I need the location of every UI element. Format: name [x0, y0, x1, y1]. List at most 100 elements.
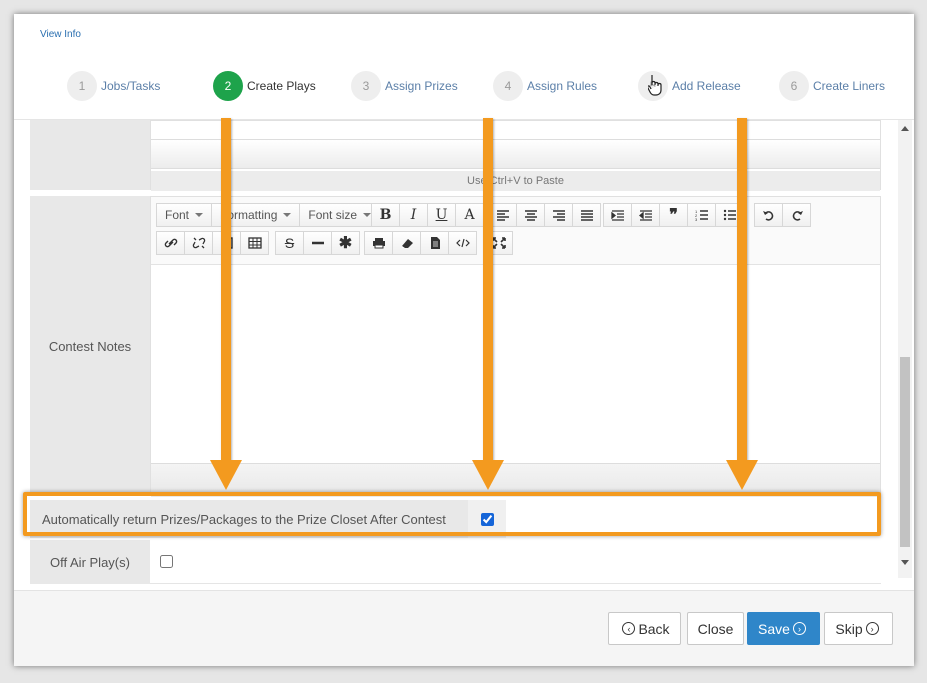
- misc-group: S ✱: [275, 231, 360, 255]
- step-label: Add Release: [672, 79, 741, 93]
- horizontal-rule-button[interactable]: [303, 231, 332, 255]
- annotation-arrow-head: [472, 460, 504, 490]
- close-button-label: Close: [697, 620, 734, 637]
- skip-button[interactable]: Skip ›: [824, 612, 893, 645]
- scroll-down-icon[interactable]: [901, 560, 909, 565]
- text-style-group: B I U A: [371, 203, 484, 227]
- step-label: Create Plays: [247, 79, 316, 93]
- print-icon: [372, 238, 385, 249]
- font-size-dropdown[interactable]: Font size: [299, 203, 381, 227]
- row-label: [30, 120, 150, 190]
- text-color-button[interactable]: A: [455, 203, 484, 227]
- unlink-button[interactable]: [184, 231, 213, 255]
- chevron-down-icon: [363, 213, 372, 217]
- link-icon: [164, 238, 177, 248]
- outdent-button[interactable]: [631, 203, 660, 227]
- justify-button[interactable]: [572, 203, 601, 227]
- save-button-label: Save: [758, 620, 790, 637]
- insert-group: [156, 231, 269, 255]
- annotation-arrow-head: [726, 460, 758, 490]
- contest-notes-row: Contest Notes Font Formatting Font size …: [30, 196, 881, 497]
- step-number: 3: [351, 71, 381, 101]
- align-group: [488, 203, 601, 227]
- chevron-down-icon: [195, 213, 204, 217]
- clear-format-button[interactable]: [392, 231, 421, 255]
- off-air-label: Off Air Play(s): [30, 540, 150, 584]
- justify-icon: [580, 210, 593, 221]
- ordered-list-icon: 123: [695, 209, 708, 221]
- align-center-icon: [524, 210, 537, 221]
- step-label: Create Liners: [813, 79, 886, 93]
- svg-text:3: 3: [695, 217, 698, 221]
- step-label: Assign Prizes: [385, 79, 458, 93]
- link-button[interactable]: [156, 231, 185, 255]
- arrow-right-circle-icon: ›: [865, 622, 879, 635]
- view-info-link[interactable]: View Info: [40, 29, 81, 40]
- back-button-label: Back: [638, 620, 670, 637]
- redo-button[interactable]: [782, 203, 811, 227]
- indent-icon: [610, 210, 624, 221]
- align-right-icon: [552, 210, 565, 221]
- editor-toolbar: Font Formatting Font size B I U A ❞ 1 2 …: [151, 197, 880, 265]
- align-center-button[interactable]: [516, 203, 545, 227]
- block-group: ❞ 123: [603, 203, 744, 227]
- close-button[interactable]: Close: [687, 612, 744, 645]
- source-code-button[interactable]: [448, 231, 477, 255]
- highlight-box: [23, 492, 881, 536]
- scrollbar-thumb[interactable]: [900, 357, 910, 547]
- font-dropdown[interactable]: Font: [156, 203, 213, 227]
- outdent-icon: [638, 210, 652, 221]
- annotation-arrow-head: [210, 460, 242, 490]
- contest-notes-label: Contest Notes: [30, 196, 150, 496]
- step-assign-rules[interactable]: 4 Assign Rules: [493, 71, 597, 101]
- underline-button[interactable]: U: [427, 203, 456, 227]
- off-air-row: Off Air Play(s): [30, 540, 881, 584]
- hand-cursor-icon: [647, 74, 662, 101]
- modal-body: Use Ctrl+V to Paste Contest Notes Font F…: [14, 120, 914, 590]
- chevron-down-icon: [283, 213, 292, 217]
- previous-editor[interactable]: Use Ctrl+V to Paste: [150, 120, 881, 191]
- contest-notes-textarea[interactable]: [151, 265, 880, 463]
- save-button[interactable]: Save ›: [747, 612, 820, 645]
- indent-button[interactable]: [603, 203, 632, 227]
- step-create-liners[interactable]: 6 Create Liners: [779, 71, 885, 101]
- paste-hint: Use Ctrl+V to Paste: [151, 171, 880, 191]
- dropdown-group: Font Formatting Font size: [156, 203, 381, 227]
- bold-button[interactable]: B: [371, 203, 400, 227]
- eraser-icon: [401, 239, 413, 248]
- step-create-plays[interactable]: 2 Create Plays: [213, 71, 316, 101]
- blockquote-button[interactable]: ❞: [659, 203, 688, 227]
- align-right-button[interactable]: [544, 203, 573, 227]
- font-dropdown-label: Font: [165, 208, 190, 222]
- ordered-list-button[interactable]: 123: [687, 203, 716, 227]
- undo-button[interactable]: [754, 203, 783, 227]
- italic-button[interactable]: I: [399, 203, 428, 227]
- annotation-arrow-shaft: [221, 118, 231, 463]
- history-group: [754, 203, 811, 227]
- back-button[interactable]: ‹ Back: [608, 612, 681, 645]
- scroll-up-icon[interactable]: [901, 126, 909, 131]
- skip-button-label: Skip: [835, 620, 863, 637]
- step-number: 2: [213, 71, 243, 101]
- step-number: 4: [493, 71, 523, 101]
- unlink-icon: [192, 237, 205, 249]
- horizontal-rule-icon: [311, 241, 324, 245]
- previous-editor-row: Use Ctrl+V to Paste: [30, 120, 881, 191]
- template-button[interactable]: [420, 231, 449, 255]
- align-left-icon: [496, 210, 509, 221]
- step-jobs-tasks[interactable]: 1 Jobs/Tasks: [67, 71, 160, 101]
- table-button[interactable]: [240, 231, 269, 255]
- quote-icon: ❞: [669, 207, 678, 224]
- annotation-arrow-shaft: [483, 118, 493, 463]
- font-size-dropdown-label: Font size: [308, 208, 358, 222]
- print-button[interactable]: [364, 231, 393, 255]
- strikethrough-button[interactable]: S: [275, 231, 304, 255]
- off-air-checkbox[interactable]: [160, 555, 173, 568]
- vertical-scrollbar[interactable]: [898, 120, 912, 578]
- table-icon: [247, 237, 262, 249]
- fullscreen-icon: [491, 237, 506, 249]
- special-char-button[interactable]: ✱: [331, 231, 360, 255]
- modal-footer: ‹ Back Close Save › Skip ›: [14, 590, 914, 666]
- step-assign-prizes[interactable]: 3 Assign Prizes: [351, 71, 458, 101]
- code-icon: [455, 238, 470, 248]
